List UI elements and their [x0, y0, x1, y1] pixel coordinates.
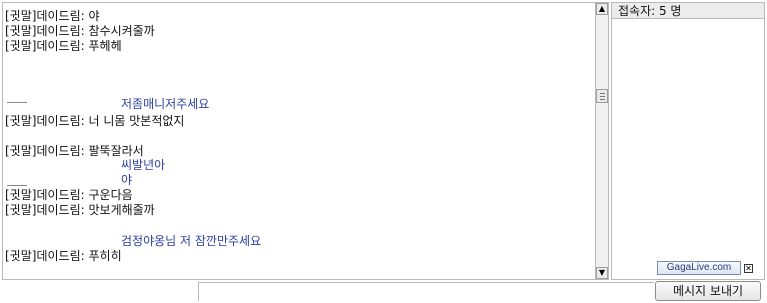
gagalive-logo[interactable]: GagaLive.com: [657, 261, 741, 275]
message-nick: [귓말]데이드림:: [5, 39, 85, 53]
user-list-panel: 접속자: 5 명 GagaLive.com ✕: [611, 2, 765, 280]
message-text: 씨발년아: [121, 158, 166, 172]
chat-message: [귓말]데이드림: 맛보게해줄까: [5, 203, 155, 217]
message-text: 푸헤헤: [88, 39, 122, 53]
message-text: 검정야옹님 저 잠깐만주세요: [121, 234, 262, 248]
send-message-button[interactable]: 메시지 보내기: [655, 281, 761, 301]
separator-mark: [7, 102, 27, 103]
message-text: 저좀매니저주세요: [121, 97, 210, 111]
message-nick: [귓말]데이드림:: [5, 24, 85, 38]
chat-log: [귓말]데이드림: 야 [귓말]데이드림: 참수시켜줄까 [귓말]데이드림: 푸…: [2, 2, 595, 280]
chat-message: [귓말]데이드림: 팔뚝잘라서: [5, 144, 144, 158]
grip-line: [600, 96, 605, 97]
message-nick: [귓말]데이드림:: [5, 114, 85, 128]
scrollbar-thumb[interactable]: [596, 89, 608, 103]
chat-message: [귓말]데이드림: 구운다음: [5, 188, 133, 202]
message-text: 푸히히: [88, 249, 122, 263]
scroll-down-button[interactable]: ▼: [596, 267, 608, 279]
chat-scrollbar[interactable]: ▲ ▼: [595, 2, 609, 280]
private-message: 저좀매니저주세요: [121, 97, 209, 111]
chat-message: [귓말]데이드림: 너 니몸 맛본적없지: [5, 114, 184, 128]
grip-line: [600, 93, 605, 94]
message-text: 구운다음: [88, 188, 133, 202]
message-nick: [귓말]데이드림:: [5, 9, 85, 23]
private-message: 씨발년아: [121, 158, 165, 172]
chat-message: [귓말]데이드림: 참수시켜줄까: [5, 24, 155, 38]
message-nick: [귓말]데이드림:: [5, 144, 85, 158]
message-text: 팔뚝잘라서: [88, 144, 144, 158]
message-text: 참수시켜줄까: [88, 24, 155, 38]
separator-mark: [7, 185, 27, 186]
chat-message: [귓말]데이드림: 푸헤헤: [5, 39, 122, 53]
message-input[interactable]: [198, 282, 654, 301]
message-nick: [귓말]데이드림:: [5, 249, 85, 263]
user-count-header: 접속자: 5 명: [612, 3, 764, 19]
grip-line: [600, 99, 605, 100]
message-text: 야: [88, 9, 100, 23]
close-icon[interactable]: ✕: [744, 264, 753, 273]
message-nick: [귓말]데이드림:: [5, 203, 85, 217]
private-message: 야: [121, 173, 132, 187]
chat-window: [귓말]데이드림: 야 [귓말]데이드림: 참수시켜줄까 [귓말]데이드림: 푸…: [0, 0, 767, 303]
message-text: 맛보게해줄까: [88, 203, 155, 217]
message-text: 너 니몸 맛본적없지: [88, 114, 185, 128]
scroll-up-button[interactable]: ▲: [596, 3, 608, 15]
message-text: 야: [121, 173, 133, 187]
chat-message: [귓말]데이드림: 푸히히: [5, 249, 122, 263]
private-message: 검정야옹님 저 잠깐만주세요: [121, 234, 261, 248]
chat-message: [귓말]데이드림: 야: [5, 9, 100, 23]
message-nick: [귓말]데이드림:: [5, 188, 85, 202]
